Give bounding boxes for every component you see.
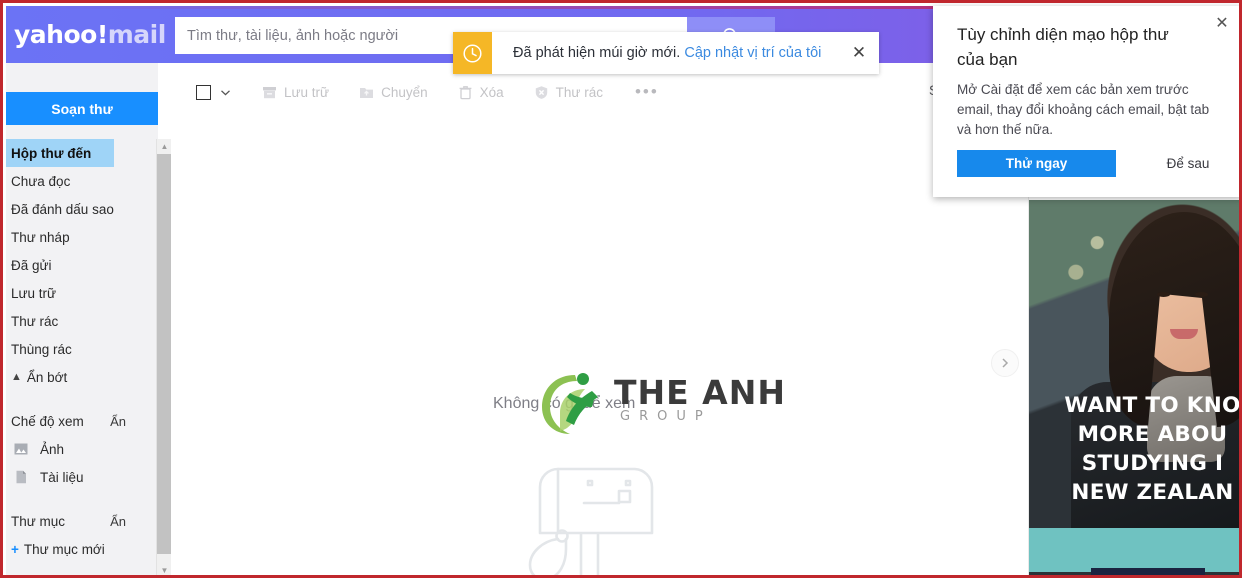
sidebar-item-label: Thư rác: [11, 313, 59, 329]
folders-hide-button[interactable]: Ẩn: [110, 514, 126, 529]
sidebar-item-label: Lưu trữ: [11, 285, 57, 301]
watermark-subtitle: GROUP: [620, 409, 712, 424]
sidebar-item-label: Đã gửi: [11, 257, 52, 273]
advertisement-panel[interactable]: WANT TO KNO MORE ABOU STUDYING I NEW ZEA…: [1029, 200, 1241, 575]
theanh-logo-icon: [542, 373, 598, 434]
sidebar-item-unread[interactable]: Chưa đọc: [6, 167, 158, 195]
sidebar-item-documents[interactable]: Tài liệu: [6, 463, 158, 491]
spam-label: Thư rác: [555, 84, 603, 100]
toast-message: Đã phát hiện múi giờ mới. Cập nhật vị tr…: [492, 45, 839, 61]
archive-label: Lưu trữ: [284, 84, 330, 100]
ad-headline-line: MORE ABOU: [1077, 422, 1228, 447]
sidebar-item-archive[interactable]: Lưu trữ: [6, 279, 158, 307]
ad-headline: WANT TO KNO MORE ABOU STUDYING I NEW ZEA…: [1029, 391, 1241, 507]
sidebar-collapse-label: Ẩn bớt: [26, 369, 68, 385]
compose-button[interactable]: Soạn thư: [6, 92, 158, 125]
logo-mail-text: mail: [107, 20, 167, 49]
watermark-title: THE ANH: [614, 373, 786, 412]
sidebar-item-label: Ảnh: [40, 441, 65, 457]
folders-section-header: Thư mục Ẩn: [6, 507, 158, 535]
scrollbar-thumb[interactable]: [157, 154, 172, 554]
later-label: Để sau: [1166, 156, 1210, 171]
new-folder-button[interactable]: + Thư mục mới: [6, 535, 158, 563]
mailbox-icon: [526, 441, 681, 575]
select-all-checkbox[interactable]: [196, 84, 211, 100]
sidebar-collapse-toggle[interactable]: ▲ Ẩn bớt: [6, 363, 158, 391]
sidebar-item-label: Đã đánh dấu sao: [11, 201, 114, 217]
sidebar-item-label: Thư nháp: [11, 229, 70, 245]
sidebar-item-label: Chưa đọc: [11, 173, 71, 189]
empty-state: Không có gì để xem THE ANH GROUP: [171, 121, 1028, 575]
document-icon: [14, 470, 28, 484]
sidebar-item-trash[interactable]: Thùng rác: [6, 335, 158, 363]
new-folder-label: Thư mục mới: [23, 541, 105, 557]
chevron-down-icon[interactable]: [219, 86, 232, 99]
ad-person-eye-right: [1195, 292, 1208, 297]
scroll-down-icon[interactable]: ▼: [157, 563, 172, 575]
yahoo-mail-logo[interactable]: yahoo!mail: [14, 20, 166, 49]
theanh-group-watermark: THE ANH GROUP: [536, 369, 796, 439]
delete-button[interactable]: Xóa: [458, 85, 504, 100]
archive-icon: [262, 85, 277, 100]
later-button[interactable]: Để sau: [1148, 150, 1228, 177]
views-section-title: Chế độ xem: [11, 413, 84, 429]
ad-person-eye-left: [1157, 292, 1170, 297]
ad-cta-button[interactable]: [1091, 568, 1205, 575]
logo-yahoo-text: yahoo!: [14, 20, 108, 49]
clock-icon: [453, 32, 492, 74]
views-hide-button[interactable]: Ẩn: [110, 414, 126, 429]
sidebar-item-label: Thùng rác: [11, 341, 72, 357]
browser-window: yahoo!mail Đã phát hiện múi giờ mới. Cập…: [0, 0, 1242, 578]
ad-headline-line: WANT TO KNO: [1064, 393, 1241, 418]
message-list-pane: Không có gì để xem THE ANH GROUP: [171, 121, 1029, 575]
dialog-title: Tùy chỉnh diện mạo hộp thư của bạn: [957, 25, 1169, 69]
sidebar-item-inbox[interactable]: Hộp thư đến: [6, 139, 114, 167]
sidebar-scrollbar[interactable]: ▲ ▼: [156, 139, 172, 575]
toast-message-text: Đã phát hiện múi giờ mới.: [513, 45, 681, 61]
delete-label: Xóa: [479, 84, 504, 100]
sidebar-item-sent[interactable]: Đã gửi: [6, 251, 158, 279]
sidebar-item-starred[interactable]: Đã đánh dấu sao: [6, 195, 158, 223]
ad-headline-line: NEW ZEALAN: [1071, 480, 1234, 505]
customize-inbox-dialog: ✕ Tùy chỉnh diện mạo hộp thư của bạn Mở …: [933, 6, 1239, 197]
sidebar-item-drafts[interactable]: Thư nháp: [6, 223, 158, 251]
ad-teal-band: [1029, 528, 1239, 572]
folders-section-title: Thư mục: [11, 513, 66, 529]
views-section-header: Chế độ xem Ẩn: [6, 407, 158, 435]
try-now-label: Thử ngay: [1005, 156, 1068, 171]
move-label: Chuyển: [381, 84, 428, 100]
dialog-body: Mở Cài đặt để xem các bản xem trước emai…: [957, 82, 1210, 137]
chevron-right-icon: [1002, 358, 1009, 368]
ad-headline-line: STUDYING I: [1081, 451, 1224, 476]
spam-icon: [534, 85, 549, 100]
move-icon: [359, 85, 374, 100]
scroll-up-icon[interactable]: ▲: [157, 139, 172, 154]
next-page-button[interactable]: [991, 349, 1019, 377]
compose-label: Soạn thư: [51, 100, 113, 117]
more-horizontal-icon[interactable]: •••: [635, 82, 659, 102]
sidebar-folder-list: Hộp thư đến Chưa đọc Đã đánh dấu sao Thư…: [6, 139, 158, 563]
sidebar-item-spam[interactable]: Thư rác: [6, 307, 158, 335]
trash-icon: [458, 85, 473, 100]
photo-icon: [14, 442, 28, 456]
sidebar-item-label: Tài liệu: [40, 469, 84, 485]
plus-icon: +: [11, 541, 19, 557]
close-icon[interactable]: ✕: [1211, 12, 1233, 34]
close-icon[interactable]: ✕: [839, 32, 879, 74]
move-button[interactable]: Chuyển: [359, 85, 428, 100]
update-location-link[interactable]: Cập nhật vị trí của tôi: [684, 45, 821, 61]
sidebar-item-label: Hộp thư đến: [11, 145, 92, 161]
try-now-button[interactable]: Thử ngay: [957, 150, 1116, 177]
spam-button[interactable]: Thư rác: [534, 85, 603, 100]
sidebar-item-photos[interactable]: Ảnh: [6, 435, 158, 463]
archive-button[interactable]: Lưu trữ: [262, 85, 329, 100]
chevron-up-icon: ▲: [11, 371, 22, 383]
timezone-toast: Đã phát hiện múi giờ mới. Cập nhật vị tr…: [453, 32, 879, 74]
